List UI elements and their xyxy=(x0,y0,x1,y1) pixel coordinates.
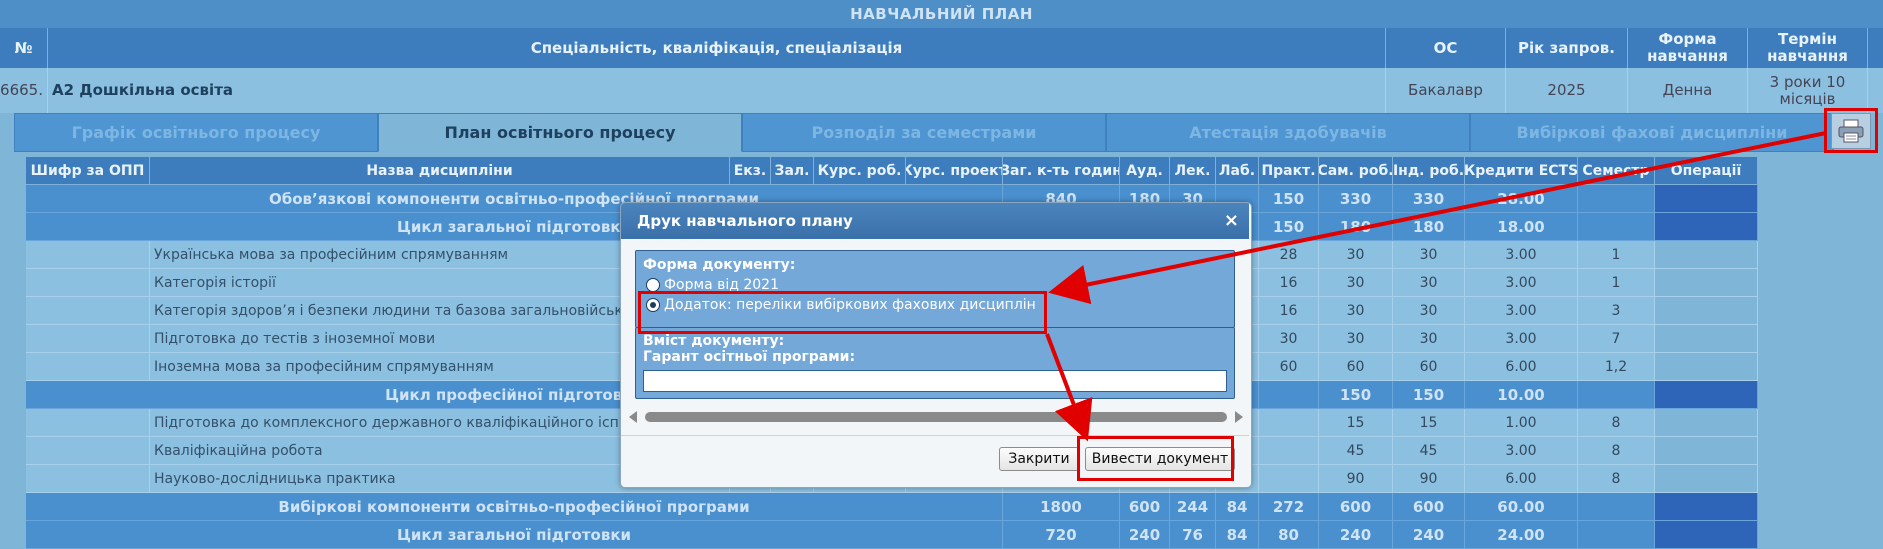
modal-overlay: Друк навчального плану × Форма документу… xyxy=(0,0,1883,549)
annotation-arrows xyxy=(1045,131,1827,442)
arrow-to-option xyxy=(1048,131,1827,305)
arrow-to-print xyxy=(1045,333,1093,442)
